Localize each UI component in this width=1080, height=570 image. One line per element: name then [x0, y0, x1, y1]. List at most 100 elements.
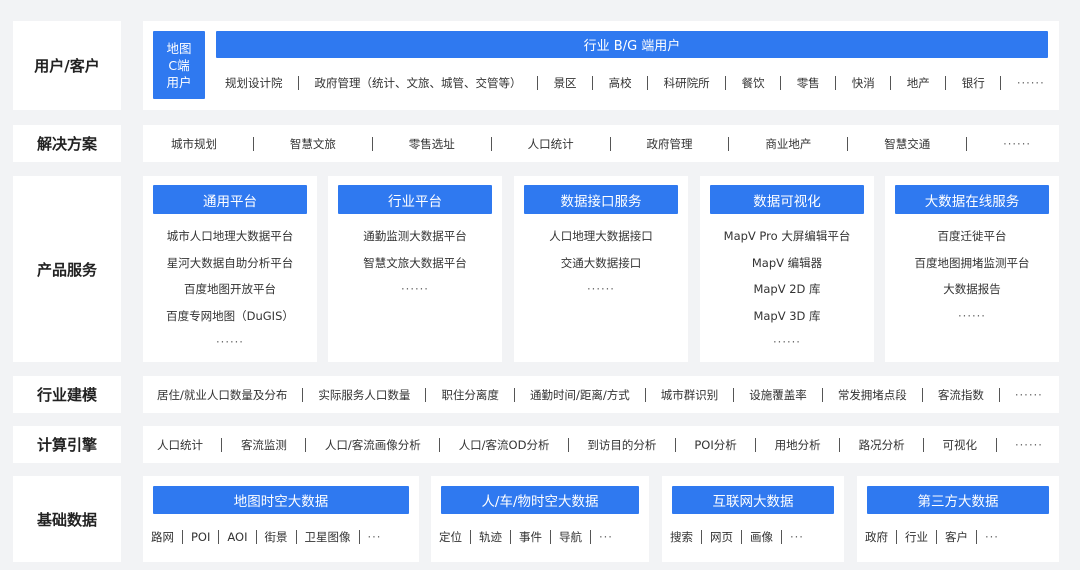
- list-item: 实际服务人口数量: [318, 387, 411, 402]
- separator: [425, 387, 427, 402]
- separator: [439, 437, 441, 452]
- card-item-list: 搜索 网页 画像 ···: [670, 526, 804, 548]
- list-item: MapV 3D 库: [753, 308, 821, 323]
- list-item: 卫星图像: [304, 530, 351, 544]
- separator: [358, 530, 360, 544]
- product-card-data-visualization: 数据可视化 MapV Pro 大屏编辑平台 MapV 编辑器 MapV 2D 库 Map…: [700, 176, 874, 362]
- list-item: ······: [1014, 387, 1043, 402]
- separator: [733, 387, 735, 402]
- product-card-general-platform: 通用平台 城市人口地理大数据平台 星河大数据自助分析平台 百度地图开放平台 百度专网地图…: [143, 176, 317, 362]
- users-panel: 地图 C端 用户 行业 B/G 端用户 规划设计院 政府管理（统计、文旅、城管、交…: [143, 21, 1059, 110]
- list-item: ······: [401, 282, 429, 296]
- separator: [847, 136, 849, 151]
- list-item: 人口统计: [157, 437, 203, 452]
- separator: [755, 437, 757, 452]
- list-item: MapV 编辑器: [751, 255, 823, 270]
- separator: [305, 437, 307, 452]
- separator: [725, 76, 727, 90]
- solution-list: 城市规划 智慧文旅 零售选址 人口统计 政府管理 商业地产 智慧交通 ······: [143, 125, 1059, 162]
- engine-panel: 人口统计 客流监测 人口/客流画像分析 人口/客流OD分析 到访目的分析 POI分析 用地分…: [143, 426, 1059, 463]
- list-item: 餐饮: [741, 76, 765, 90]
- list-item: 大数据报告: [943, 282, 1001, 296]
- list-item: 规划设计院: [225, 76, 283, 90]
- list-item: 路况分析: [858, 437, 905, 452]
- list-item: ······: [587, 282, 615, 296]
- row-label-solutions: 解决方案: [13, 125, 121, 162]
- c-end-line: C端: [168, 57, 190, 73]
- separator: [510, 530, 511, 544]
- list-item: ······: [773, 335, 801, 349]
- modeling-list: 居住/就业人口数量及分布 实际服务人口数量 职住分离度 通勤时间/距离/方式 城市群识别…: [157, 376, 1057, 413]
- separator: [592, 76, 594, 90]
- separator: [741, 530, 742, 544]
- separator: [371, 136, 373, 151]
- row-label-products: 产品服务: [13, 176, 121, 362]
- product-card-industry-platform: 行业平台 通勤监测大数据平台 智慧文旅大数据平台 ······: [328, 176, 502, 362]
- list-item: 人口/客流OD分析: [458, 437, 550, 452]
- list-item: POI: [191, 530, 211, 544]
- separator: [1000, 76, 1002, 90]
- separator: [295, 530, 297, 544]
- list-item: ······: [1014, 437, 1043, 452]
- separator: [835, 76, 837, 90]
- card-title: 地图时空大数据: [153, 486, 409, 514]
- list-item: ······: [216, 335, 244, 349]
- base-card-internet-data: 互联网大数据 搜索 网页 画像 ···: [662, 476, 844, 562]
- separator: [252, 136, 254, 151]
- list-item: 百度专网地图（DuGIS）: [166, 308, 294, 323]
- card-item-list: MapV Pro 大屏编辑平台 MapV 编辑器 MapV 2D 库 MapV 3D …: [700, 226, 874, 359]
- separator: [513, 387, 515, 402]
- separator: [781, 530, 782, 544]
- list-item: 商业地产: [765, 136, 812, 151]
- card-title: 数据接口服务: [524, 185, 678, 214]
- separator: [298, 76, 300, 90]
- list-item: 政府: [865, 530, 888, 544]
- list-item: 政府管理（统计、文旅、城管、交管等）: [314, 76, 522, 90]
- list-item: 政府管理: [646, 136, 693, 151]
- list-item: 星河大数据自助分析平台: [166, 255, 294, 270]
- list-item: 居住/就业人口数量及分布: [157, 387, 288, 402]
- list-item: ···: [790, 530, 804, 544]
- card-item-list: 百度迁徙平台 百度地图拥堵监测平台 大数据报告 ······: [885, 226, 1059, 332]
- separator: [890, 76, 892, 90]
- separator: [647, 76, 649, 90]
- card-title: 大数据在线服务: [895, 185, 1049, 214]
- list-item: 智慧文旅大数据平台: [363, 255, 467, 270]
- list-item: 零售选址: [408, 136, 455, 151]
- separator: [567, 437, 569, 452]
- separator: [470, 530, 471, 544]
- list-item: 事件: [519, 530, 542, 544]
- list-item: 导航: [559, 530, 582, 544]
- list-item: 零售: [796, 76, 820, 90]
- card-item-list: 人口地理大数据接口 交通大数据接口 ······: [514, 226, 688, 306]
- card-title: 第三方大数据: [867, 486, 1049, 514]
- c-end-line: 地图: [166, 40, 192, 56]
- list-item: 通勤监测大数据平台: [363, 229, 467, 243]
- row-label-engine: 计算引擎: [13, 426, 121, 463]
- card-item-list: 政府 行业 客户 ···: [865, 526, 999, 548]
- list-item: 快消: [851, 76, 875, 90]
- product-card-data-api: 数据接口服务人口地理大数据接口 交通大数据接口 ······: [514, 176, 688, 362]
- row-label-base-data: 基础数据: [13, 476, 121, 562]
- separator: [302, 387, 304, 402]
- list-item: 科研院所: [663, 76, 710, 90]
- list-item: 可视化: [942, 437, 978, 452]
- list-item: 客流监测: [240, 437, 287, 452]
- list-item: 轨迹: [479, 530, 502, 544]
- card-item-list: 定位 轨迹 事件 导航 ···: [439, 526, 613, 548]
- row-label-users: 用户/客户: [13, 21, 121, 110]
- separator: [923, 437, 925, 452]
- list-item: 网页: [710, 530, 733, 544]
- card-title: 通用平台: [153, 185, 307, 214]
- list-item: 到访目的分析: [587, 437, 657, 452]
- list-item: ······: [1016, 76, 1045, 90]
- separator: [221, 437, 223, 452]
- separator: [976, 530, 977, 544]
- list-item: ···: [985, 530, 999, 544]
- list-item: 客户: [945, 530, 968, 544]
- separator: [728, 136, 730, 151]
- row-label-modeling: 行业建模: [13, 376, 121, 413]
- list-item: 人口统计: [527, 136, 574, 151]
- separator: [821, 387, 823, 402]
- list-item: 地产: [906, 76, 930, 90]
